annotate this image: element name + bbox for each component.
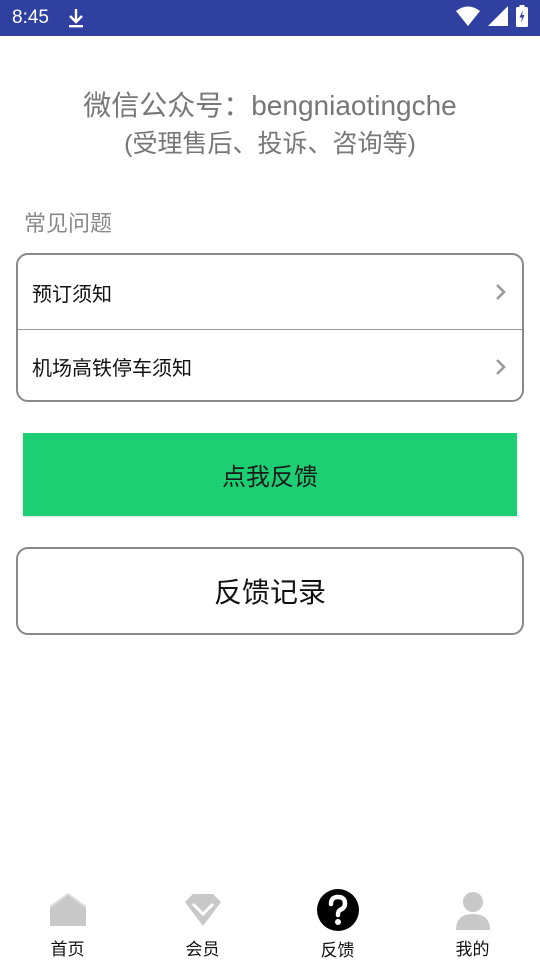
battery-icon: [516, 5, 528, 31]
nav-item-feedback[interactable]: 反馈: [270, 880, 405, 960]
user-icon: [451, 888, 495, 931]
chevron-right-icon: [494, 357, 508, 377]
status-bar: 8:45: [0, 0, 540, 36]
faq-item-label: 预订须知: [32, 281, 112, 306]
feedback-record-button[interactable]: 反馈记录: [16, 547, 524, 635]
wifi-icon: [456, 6, 480, 30]
faq-section-title: 常见问题: [24, 212, 113, 237]
diamond-icon: [181, 888, 225, 931]
faq-item-airport-rail-parking[interactable]: 机场高铁停车须知: [18, 329, 522, 400]
nav-label: 首页: [50, 940, 85, 960]
faq-item-booking-notice[interactable]: 预订须知: [18, 255, 522, 329]
chevron-right-icon: [494, 282, 508, 302]
nav-item-mine[interactable]: 我的: [405, 880, 540, 960]
nav-label: 反馈: [320, 941, 355, 960]
download-icon: [67, 7, 85, 29]
nav-label: 我的: [455, 940, 490, 960]
feedback-button[interactable]: 点我反馈: [23, 433, 517, 516]
wechat-account-title: 微信公众号：bengniaotingche: [83, 90, 457, 121]
home-icon: [46, 888, 90, 931]
status-icons: [456, 5, 528, 31]
nav-item-member[interactable]: 会员: [135, 880, 270, 960]
faq-list: 预订须知 机场高铁停车须知: [16, 253, 524, 402]
faq-item-label: 机场高铁停车须知: [32, 356, 192, 380]
nav-item-home[interactable]: 首页: [0, 880, 135, 960]
signal-icon: [488, 6, 508, 30]
question-icon: [316, 888, 360, 932]
bottom-nav: 首页 会员 反馈 我的: [0, 880, 540, 960]
wechat-account-subtitle: (受理售后、投诉、咨询等): [124, 130, 416, 158]
status-time: 8:45: [12, 7, 49, 28]
nav-label: 会员: [185, 940, 220, 960]
